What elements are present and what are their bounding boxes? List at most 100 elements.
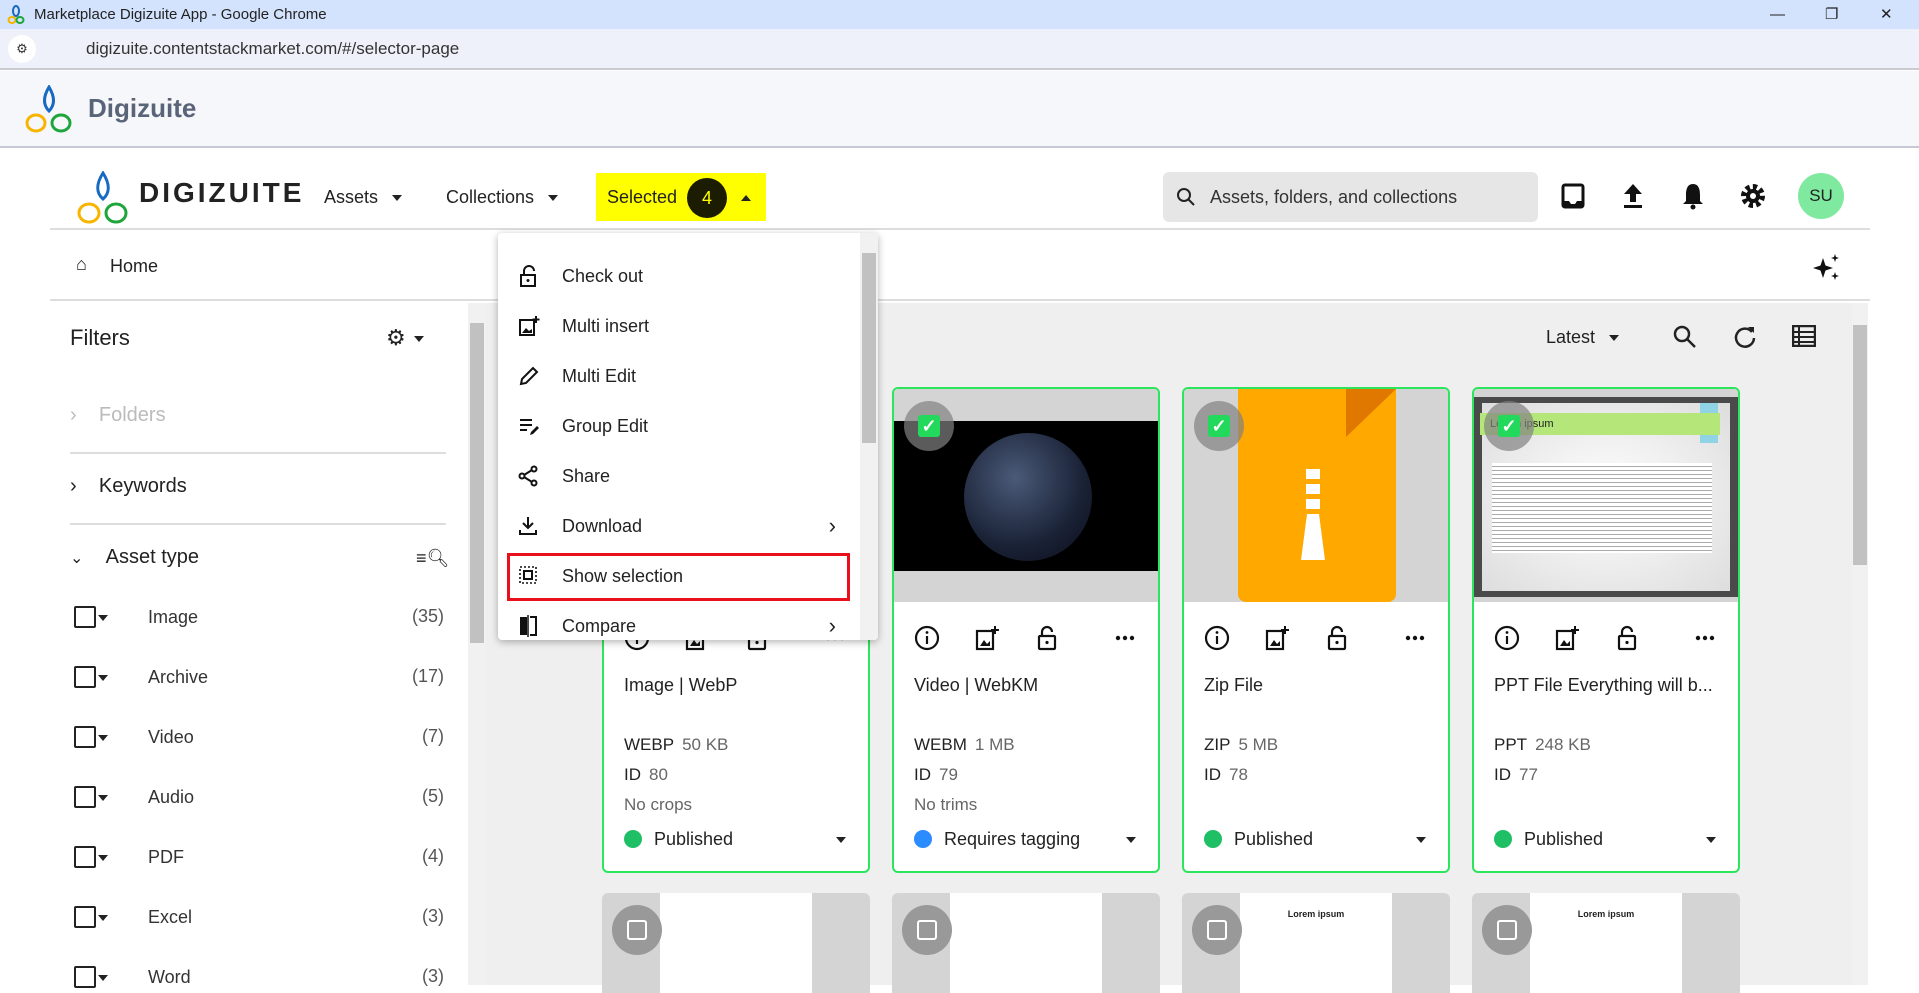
- menu-item[interactable]: Compare ›: [498, 601, 860, 640]
- menu-item[interactable]: Show selection: [498, 551, 860, 601]
- list-view-icon[interactable]: [1792, 325, 1816, 347]
- address-bar[interactable]: ⚙ digizuite.contentstackmarket.com/#/sel…: [0, 29, 1919, 70]
- select-checkbox[interactable]: [1192, 905, 1242, 955]
- keywords-label: Keywords: [98, 475, 187, 497]
- sort-dropdown[interactable]: Latest: [1546, 327, 1620, 348]
- expand-caret-icon[interactable]: [98, 675, 108, 681]
- select-checkbox[interactable]: [902, 905, 952, 955]
- share-icon: [518, 465, 538, 487]
- select-checkbox[interactable]: [612, 905, 662, 955]
- expand-caret-icon[interactable]: [98, 795, 108, 801]
- asset-card[interactable]: Lorem ipsum ✓ PPT File Everything will b…: [1472, 387, 1740, 873]
- info-icon[interactable]: [1494, 625, 1520, 651]
- asset-card[interactable]: [892, 893, 1160, 993]
- select-checkbox[interactable]: [1482, 905, 1532, 955]
- asset-title[interactable]: Zip File: [1204, 675, 1263, 696]
- breadcrumb-home[interactable]: Home: [110, 256, 158, 277]
- app-header: Digizuite: [0, 71, 1919, 148]
- add-to-page-icon[interactable]: [1264, 625, 1290, 651]
- status-dropdown[interactable]: Published: [1204, 829, 1432, 850]
- asset-type-checkbox[interactable]: [74, 666, 96, 688]
- sidebar-scrollbar[interactable]: [468, 303, 486, 985]
- status-dropdown[interactable]: Requires tagging: [914, 829, 1142, 850]
- expand-caret-icon[interactable]: [98, 975, 108, 981]
- menu-item[interactable]: Multi Edit: [498, 351, 860, 401]
- menu-item[interactable]: Download ›: [498, 501, 860, 551]
- minimize-button[interactable]: —: [1770, 0, 1785, 29]
- asset-thumbnail[interactable]: ✓: [894, 389, 1158, 602]
- collections-menu[interactable]: Collections: [446, 187, 559, 208]
- asset-type-checkbox[interactable]: [74, 786, 96, 808]
- asset-card[interactable]: ✓ Zip File ZIP 5 MB ID 78 Published: [1182, 387, 1450, 873]
- more-icon[interactable]: [1112, 625, 1138, 651]
- menu-item[interactable]: Multi insert: [498, 301, 860, 351]
- select-checkbox[interactable]: ✓: [904, 401, 954, 451]
- home-icon[interactable]: ⌂: [76, 254, 87, 275]
- status-dot: [1204, 830, 1222, 848]
- expand-caret-icon[interactable]: [98, 615, 108, 621]
- file-size: 50 KB: [682, 735, 729, 754]
- asset-card[interactable]: [602, 893, 870, 993]
- asset-card[interactable]: Lorem ipsum: [1182, 893, 1450, 993]
- filter-search-icon[interactable]: ≡🔍︎: [416, 548, 449, 569]
- asset-thumbnail[interactable]: Lorem ipsum ✓: [1474, 389, 1738, 602]
- asset-card[interactable]: Lorem ipsum: [1472, 893, 1740, 993]
- asset-title[interactable]: Image | WebP: [624, 675, 737, 696]
- unlock-icon[interactable]: [1614, 625, 1640, 651]
- unlock-icon[interactable]: [1034, 625, 1060, 651]
- inbox-icon[interactable]: [1558, 181, 1588, 211]
- select-checkbox[interactable]: ✓: [1194, 401, 1244, 451]
- search-icon[interactable]: [1672, 324, 1698, 350]
- search-input[interactable]: Assets, folders, and collections: [1163, 172, 1538, 222]
- status-dropdown[interactable]: Published: [624, 829, 852, 850]
- asset-thumbnail[interactable]: ✓: [1184, 389, 1448, 602]
- asset-card[interactable]: ✓ Video | WebKM WEBM 1 MB ID 79 No trims R…: [892, 387, 1160, 873]
- menu-item[interactable]: Check out: [498, 251, 860, 301]
- status-dropdown[interactable]: Published: [1494, 829, 1722, 850]
- info-icon[interactable]: [1204, 625, 1230, 651]
- expand-caret-icon[interactable]: [98, 915, 108, 921]
- selection-icon: [519, 566, 537, 584]
- menu-item[interactable]: Group Edit: [498, 401, 860, 451]
- menu-scrollbar[interactable]: [860, 233, 878, 640]
- collections-label: Collections: [446, 187, 535, 207]
- selected-menu-button[interactable]: Selected 4: [596, 173, 766, 221]
- close-button[interactable]: ✕: [1880, 0, 1893, 29]
- check-icon: ✓: [918, 415, 940, 437]
- asset-type-checkbox[interactable]: [74, 726, 96, 748]
- keywords-filter[interactable]: › Keywords: [70, 475, 187, 498]
- menu-item[interactable]: Share: [498, 451, 860, 501]
- sparkle-icon[interactable]: [1812, 252, 1842, 282]
- asset-type-checkbox[interactable]: [74, 606, 96, 628]
- more-icon[interactable]: [1692, 625, 1718, 651]
- main-scrollbar[interactable]: [1852, 303, 1868, 985]
- unlock-icon[interactable]: [1324, 625, 1350, 651]
- expand-caret-icon[interactable]: [98, 855, 108, 861]
- asset-type-checkbox[interactable]: [74, 846, 96, 868]
- upload-icon[interactable]: [1618, 181, 1648, 211]
- user-avatar[interactable]: SU: [1798, 173, 1844, 219]
- expand-caret-icon[interactable]: [98, 735, 108, 741]
- info-icon[interactable]: [914, 625, 940, 651]
- add-to-page-icon[interactable]: [1554, 625, 1580, 651]
- asset-type-checkbox[interactable]: [74, 906, 96, 928]
- restore-button[interactable]: ❐: [1825, 0, 1838, 29]
- filter-settings-icon[interactable]: ⚙: [386, 325, 424, 351]
- divider: [70, 523, 446, 525]
- digizuite-logo-icon: [7, 5, 25, 24]
- more-icon[interactable]: [1402, 625, 1428, 651]
- asset-type-filter[interactable]: ⌄ Asset type: [70, 546, 199, 569]
- gear-icon[interactable]: [1738, 181, 1768, 211]
- select-checkbox[interactable]: ✓: [1484, 401, 1534, 451]
- chevron-right-icon: ›: [828, 513, 836, 538]
- asset-title[interactable]: PPT File Everything will b...: [1494, 675, 1713, 696]
- folders-filter[interactable]: › Folders: [70, 404, 166, 427]
- assets-menu[interactable]: Assets: [324, 187, 403, 208]
- bell-icon[interactable]: [1678, 181, 1708, 211]
- asset-type-label: Archive: [148, 667, 209, 687]
- site-settings-icon[interactable]: ⚙: [8, 35, 36, 63]
- url-text[interactable]: digizuite.contentstackmarket.com/#/selec…: [86, 39, 459, 58]
- refresh-icon[interactable]: [1732, 324, 1758, 350]
- add-to-page-icon[interactable]: [974, 625, 1000, 651]
- asset-title[interactable]: Video | WebKM: [914, 675, 1038, 696]
